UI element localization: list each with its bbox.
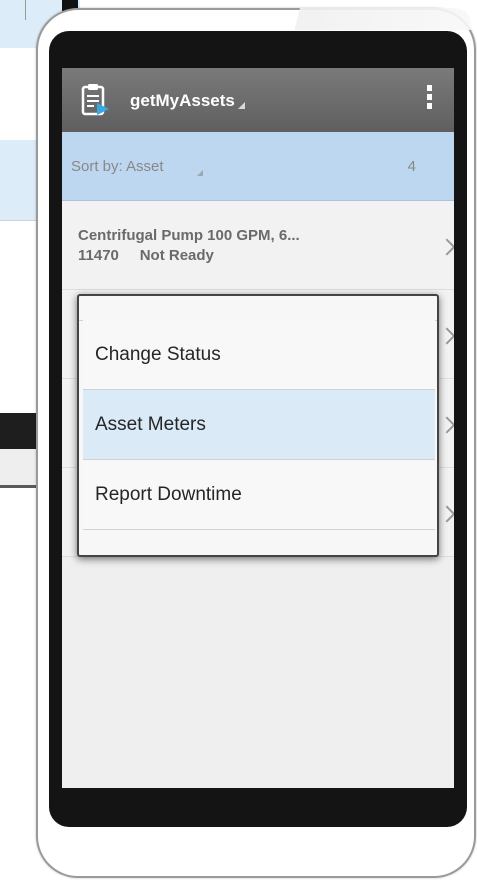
context-menu: Change Status Asset Meters Report Downti…	[77, 294, 439, 557]
menu-item-label: Report Downtime	[95, 484, 242, 505]
menu-top-divider	[79, 296, 437, 321]
stage: getMyAssets Sort by: Asset 4 Centrifugal…	[0, 0, 477, 882]
clipboard-icon[interactable]	[80, 82, 110, 118]
sort-by-label[interactable]: Sort by: Asset	[71, 158, 164, 175]
list-item[interactable]: Centrifugal Pump 100 GPM, 6... 11470 Not…	[62, 201, 454, 290]
result-count: 4	[407, 158, 416, 175]
menu-item-change-status[interactable]: Change Status	[83, 320, 435, 390]
chevron-right-icon	[438, 416, 454, 434]
background-divider	[25, 0, 26, 20]
overflow-menu-icon[interactable]	[424, 85, 434, 115]
sort-dropdown-caret-icon[interactable]	[197, 170, 203, 176]
menu-item-report-downtime[interactable]: Report Downtime	[83, 460, 435, 530]
chevron-right-icon	[438, 327, 454, 345]
menu-item-label: Change Status	[95, 344, 221, 365]
chevron-right-icon	[438, 505, 454, 523]
asset-title: Centrifugal Pump 100 GPM, 6...	[78, 227, 300, 244]
phone-reflection	[294, 8, 476, 30]
chevron-right-icon	[438, 238, 454, 256]
menu-item-asset-meters[interactable]: Asset Meters	[83, 390, 435, 460]
title-dropdown-caret-icon[interactable]	[238, 102, 245, 109]
app-view: getMyAssets Sort by: Asset 4 Centrifugal…	[62, 68, 454, 788]
sort-bar[interactable]: Sort by: Asset 4	[62, 132, 454, 201]
app-header: getMyAssets	[62, 68, 454, 132]
menu-item-label: Asset Meters	[95, 414, 206, 435]
phone-screen: getMyAssets Sort by: Asset 4 Centrifugal…	[49, 31, 467, 827]
page-title[interactable]: getMyAssets	[130, 91, 235, 111]
asset-subtitle: 11470 Not Ready	[78, 247, 214, 264]
